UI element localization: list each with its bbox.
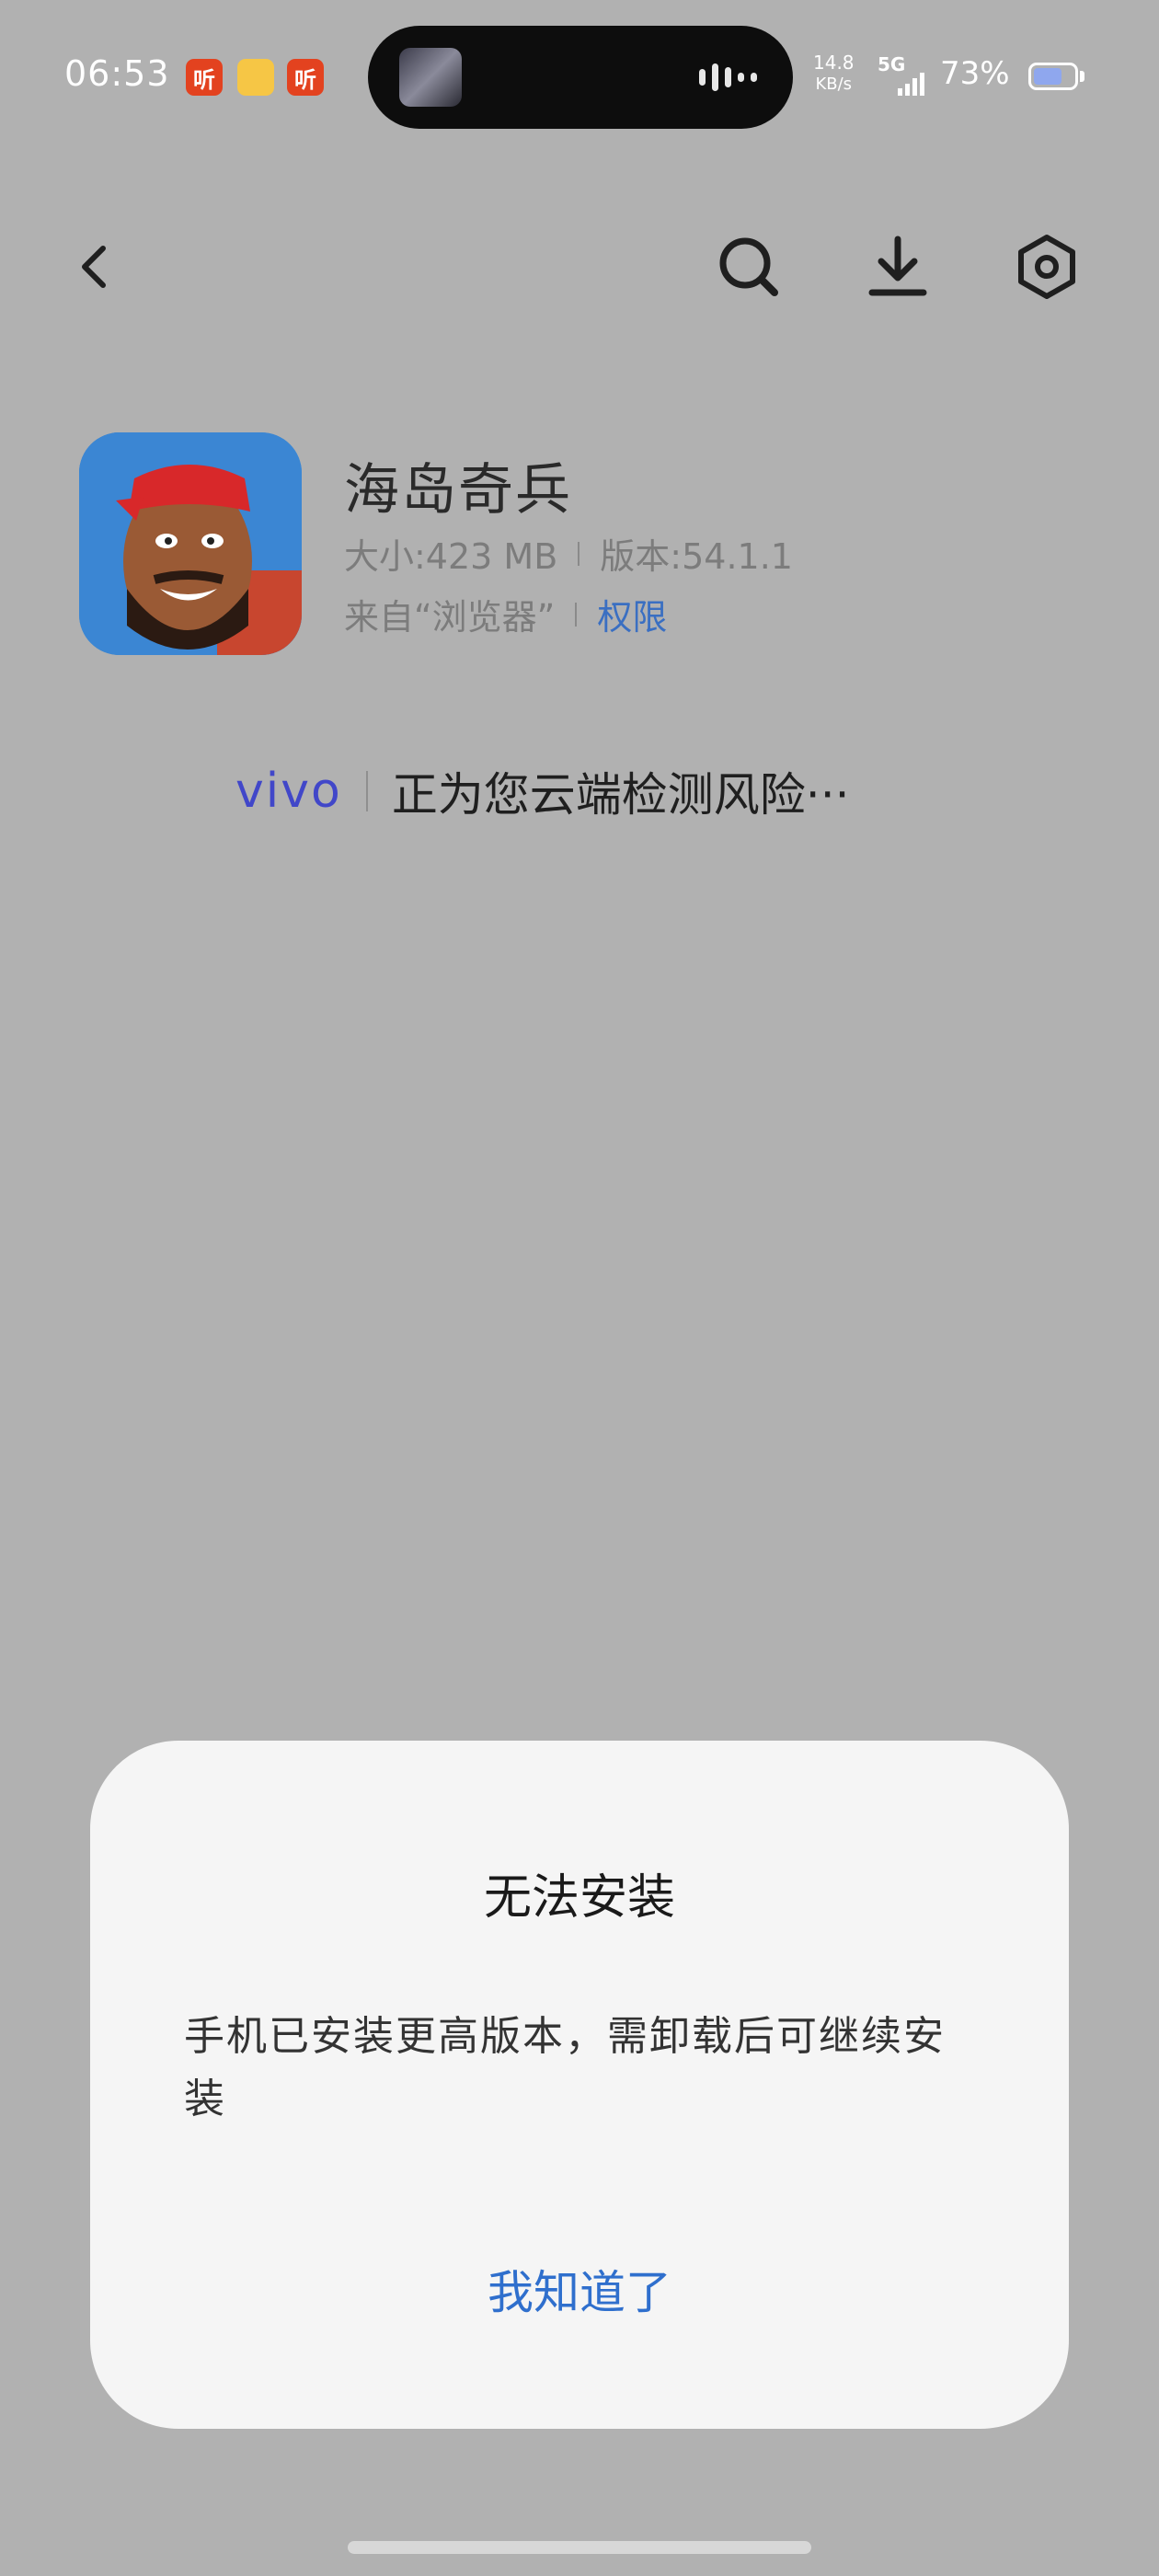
scan-status-text: 正为您云端检测风险··· — [391, 768, 850, 822]
home-indicator[interactable] — [348, 2541, 811, 2554]
app-meta: 大小:423 MB 版本:54.1.1 — [344, 528, 793, 579]
character-portrait-icon — [79, 432, 302, 655]
settings-button[interactable] — [1010, 230, 1084, 304]
app-source-row: 来自“浏览器” 权限 — [344, 589, 667, 639]
divider — [365, 771, 368, 811]
download-button[interactable] — [861, 230, 935, 304]
risk-scan-status: vivo 正为您云端检测风险··· — [235, 758, 850, 824]
ting-app-notification-icon: 听 — [186, 59, 223, 96]
media-thumbnail — [399, 48, 462, 107]
divider — [575, 602, 578, 627]
dialog-message: 手机已安装更高版本，需卸载后可继续安装 — [184, 2013, 946, 2122]
app-size: 大小:423 MB — [344, 536, 558, 577]
signal-icon — [898, 73, 924, 96]
network-speed-value: 14.8 — [813, 52, 855, 74]
app-version: 版本:54.1.1 — [600, 536, 793, 577]
search-icon — [719, 237, 778, 296]
app-name: 海岛奇兵 — [344, 458, 572, 523]
app-source: 来自“浏览器” — [344, 597, 556, 638]
chevron-left-icon — [82, 246, 106, 288]
dynamic-island-media[interactable] — [368, 26, 793, 129]
ting-app-notification-icon: 听 — [287, 59, 324, 96]
battery-icon — [1028, 63, 1078, 90]
network-speed: 14.8 KB/s — [813, 52, 855, 96]
audio-wave-icon — [699, 63, 757, 92]
battery-tip — [1080, 71, 1084, 82]
app-icon — [79, 432, 302, 655]
dialog-ok-button[interactable]: 我知道了 — [90, 2256, 1069, 2322]
hex-settings-icon — [1018, 235, 1075, 299]
download-icon — [868, 236, 927, 296]
back-button[interactable] — [59, 230, 132, 304]
status-time: 06:53 — [64, 53, 170, 94]
install-failed-dialog: 无法安装 手机已安装更高版本，需卸载后可继续安装 我知道了 — [90, 1741, 1069, 2429]
vivo-logo: vivo — [235, 764, 342, 819]
battery-percent: 73% — [940, 55, 1010, 92]
dialog-title: 无法安装 — [483, 1870, 675, 1926]
divider — [578, 541, 580, 566]
note-app-notification-icon — [237, 59, 274, 96]
permissions-link[interactable]: 权限 — [597, 589, 667, 639]
network-speed-unit: KB/s — [815, 75, 853, 94]
search-button[interactable] — [712, 230, 786, 304]
